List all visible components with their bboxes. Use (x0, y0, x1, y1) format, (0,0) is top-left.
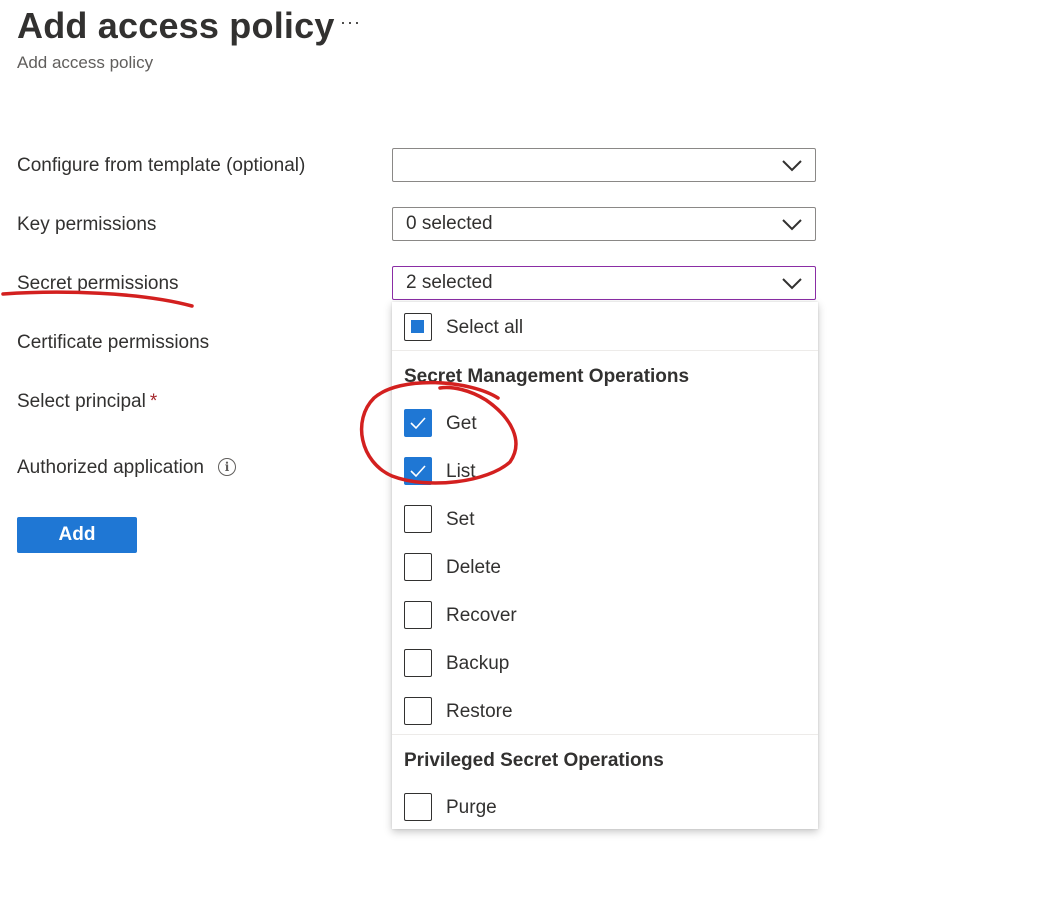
delete-checkbox[interactable] (404, 553, 432, 581)
select-all-label: Select all (446, 317, 524, 338)
authorized-application-text: Authorized application (17, 457, 204, 478)
secret-permissions-value: 2 selected (406, 272, 493, 293)
backup-checkbox[interactable] (404, 649, 432, 677)
chevron-down-icon (782, 278, 802, 290)
checkmark-icon (410, 417, 426, 430)
key-permissions-label: Key permissions (17, 214, 157, 235)
option-restore[interactable]: Restore (392, 692, 818, 736)
divider (392, 734, 818, 735)
certificate-permissions-label: Certificate permissions (17, 332, 210, 353)
secret-permissions-menu: Select all Secret Management Operations … (392, 302, 818, 829)
select-principal-text: Select principal (17, 391, 146, 412)
page-subtitle: Add access policy (17, 53, 154, 72)
option-recover[interactable]: Recover (392, 596, 818, 640)
restore-checkbox[interactable] (404, 697, 432, 725)
add-button[interactable]: Add (17, 517, 137, 553)
chevron-down-icon (782, 219, 802, 231)
divider (392, 350, 818, 351)
option-delete[interactable]: Delete (392, 548, 818, 592)
more-options-button[interactable]: ··· (340, 12, 361, 33)
option-backup[interactable]: Backup (392, 644, 818, 688)
option-label: List (446, 461, 476, 482)
authorized-application-label: Authorized application i (17, 457, 236, 479)
key-permissions-value: 0 selected (406, 213, 493, 234)
option-label: Get (446, 413, 477, 434)
select-all-checkbox[interactable] (404, 313, 432, 341)
option-list[interactable]: List (392, 452, 818, 496)
required-marker: * (149, 391, 158, 412)
page-title: Add access policy (17, 5, 335, 46)
chevron-down-icon (782, 160, 802, 172)
option-set[interactable]: Set (392, 500, 818, 544)
checkmark-icon (410, 465, 426, 478)
info-icon[interactable]: i (217, 458, 236, 476)
option-get[interactable]: Get (392, 404, 818, 448)
purge-checkbox[interactable] (404, 793, 432, 821)
option-purge[interactable]: Purge (392, 788, 818, 832)
group-secret-management: Secret Management Operations (404, 366, 690, 387)
option-label: Set (446, 509, 475, 530)
secret-permissions-dropdown[interactable]: 2 selected (392, 266, 816, 300)
key-permissions-dropdown[interactable]: 0 selected (392, 207, 816, 241)
option-label: Backup (446, 653, 510, 674)
option-label: Recover (446, 605, 517, 626)
option-label: Restore (446, 701, 513, 722)
recover-checkbox[interactable] (404, 601, 432, 629)
select-all-option[interactable]: Select all (392, 308, 818, 352)
list-checkbox[interactable] (404, 457, 432, 485)
option-label: Delete (446, 557, 501, 578)
group-privileged-secret: Privileged Secret Operations (404, 750, 664, 771)
template-label: Configure from template (optional) (17, 155, 306, 176)
option-label: Purge (446, 797, 497, 818)
set-checkbox[interactable] (404, 505, 432, 533)
secret-permissions-label: Secret permissions (17, 273, 179, 294)
template-dropdown[interactable] (392, 148, 816, 182)
get-checkbox[interactable] (404, 409, 432, 437)
select-principal-label: Select principal * (17, 391, 157, 413)
